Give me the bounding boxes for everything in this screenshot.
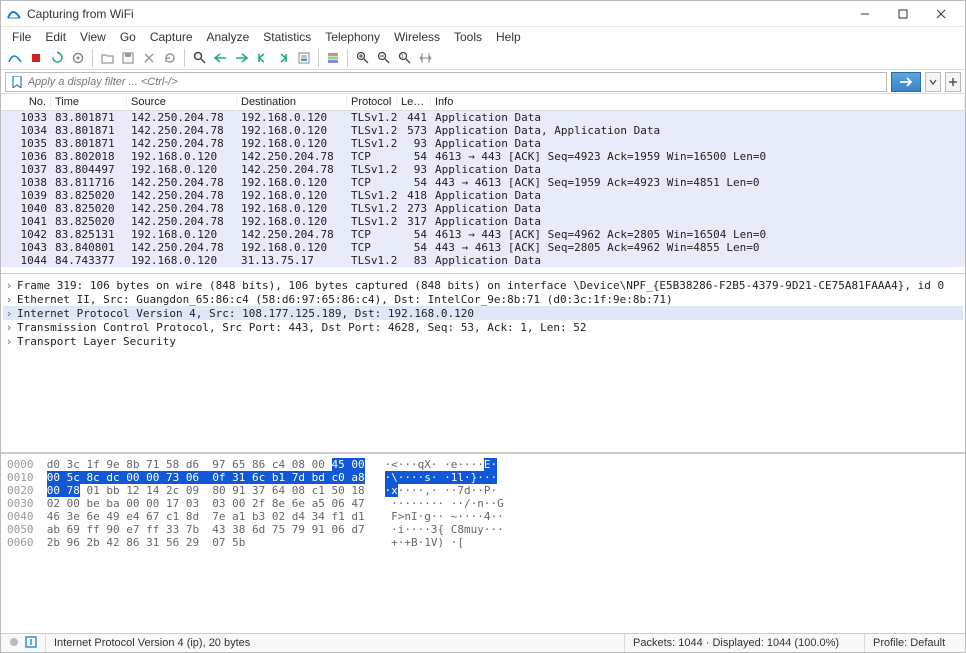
wireshark-icon bbox=[7, 7, 21, 21]
filter-history-button[interactable] bbox=[925, 72, 941, 92]
go-first-button[interactable] bbox=[252, 48, 272, 68]
svg-text:1: 1 bbox=[401, 54, 404, 60]
packet-row[interactable]: 103783.804497192.168.0.120142.250.204.78… bbox=[1, 163, 965, 176]
tree-expand-icon[interactable]: › bbox=[3, 279, 15, 292]
go-last-button[interactable] bbox=[273, 48, 293, 68]
menubar: File Edit View Go Capture Analyze Statis… bbox=[1, 27, 965, 46]
colorize-button[interactable] bbox=[323, 48, 343, 68]
col-header-info[interactable]: Info bbox=[431, 96, 965, 108]
filter-apply-button[interactable] bbox=[891, 72, 921, 92]
capture-options-button[interactable] bbox=[68, 48, 88, 68]
packet-list[interactable]: No. Time Source Destination Protocol Len… bbox=[1, 94, 965, 274]
menu-wireless[interactable]: Wireless bbox=[387, 28, 447, 46]
maximize-button[interactable] bbox=[885, 3, 921, 25]
detail-tree-item[interactable]: ›Frame 319: 106 bytes on wire (848 bits)… bbox=[3, 278, 963, 292]
menu-capture[interactable]: Capture bbox=[143, 28, 200, 46]
packet-row[interactable]: 103983.825020142.250.204.78192.168.0.120… bbox=[1, 189, 965, 202]
packet-list-header[interactable]: No. Time Source Destination Protocol Len… bbox=[1, 94, 965, 111]
start-capture-button[interactable] bbox=[5, 48, 25, 68]
resize-columns-button[interactable] bbox=[415, 48, 435, 68]
hex-line[interactable]: 0000 d0 3c 1f 9e 8b 71 58 d6 97 65 86 c4… bbox=[7, 458, 959, 471]
packet-row[interactable]: 104183.825020142.250.204.78192.168.0.120… bbox=[1, 215, 965, 228]
hex-line[interactable]: 0060 2b 96 2b 42 86 31 56 29 07 5b +·+B·… bbox=[7, 536, 959, 549]
hex-line[interactable]: 0030 02 00 be ba 00 00 17 03 03 00 2f 8e… bbox=[7, 497, 959, 510]
menu-tools[interactable]: Tools bbox=[447, 28, 489, 46]
status-icon-cell bbox=[1, 634, 46, 652]
auto-scroll-button[interactable] bbox=[294, 48, 314, 68]
menu-telephony[interactable]: Telephony bbox=[318, 28, 387, 46]
col-header-proto[interactable]: Protocol bbox=[347, 96, 397, 108]
minimize-button[interactable] bbox=[847, 3, 883, 25]
col-header-dest[interactable]: Destination bbox=[237, 96, 347, 108]
hex-line[interactable]: 0010 00 5c 8c dc 00 00 73 06 0f 31 6c b1… bbox=[7, 471, 959, 484]
detail-tree-item[interactable]: ›Internet Protocol Version 4, Src: 108.1… bbox=[3, 306, 963, 320]
menu-edit[interactable]: Edit bbox=[38, 28, 73, 46]
menu-go[interactable]: Go bbox=[113, 28, 143, 46]
zoom-reset-button[interactable]: 1 bbox=[394, 48, 414, 68]
packet-row[interactable]: 104083.825020142.250.204.78192.168.0.120… bbox=[1, 202, 965, 215]
status-field-label: Internet Protocol Version 4 (ip), 20 byt… bbox=[46, 634, 625, 652]
close-button[interactable] bbox=[923, 3, 959, 25]
tree-expand-icon[interactable]: › bbox=[3, 307, 15, 320]
zoom-out-button[interactable] bbox=[373, 48, 393, 68]
col-header-time[interactable]: Time bbox=[51, 96, 127, 108]
stop-capture-button[interactable] bbox=[26, 48, 46, 68]
detail-tree-item[interactable]: ›Ethernet II, Src: Guangdon_65:86:c4 (58… bbox=[3, 292, 963, 306]
go-back-button[interactable] bbox=[210, 48, 230, 68]
expert-info-icon[interactable] bbox=[25, 636, 37, 651]
hex-line[interactable]: 0040 46 3e 6e 49 e4 67 c1 8d 7e a1 b3 02… bbox=[7, 510, 959, 523]
packet-row[interactable]: 103583.801871142.250.204.78192.168.0.120… bbox=[1, 137, 965, 150]
detail-tree-item[interactable]: ›Transport Layer Security bbox=[3, 334, 963, 348]
display-filter-input[interactable] bbox=[5, 72, 887, 92]
tree-expand-icon[interactable]: › bbox=[3, 335, 15, 348]
titlebar: Capturing from WiFi bbox=[1, 1, 965, 27]
menu-view[interactable]: View bbox=[73, 28, 113, 46]
hex-line[interactable]: 0020 00 78 01 bb 12 14 2c 09 80 91 37 64… bbox=[7, 484, 959, 497]
status-profile[interactable]: Profile: Default bbox=[865, 634, 965, 652]
col-header-len[interactable]: Length bbox=[397, 96, 431, 108]
filter-text-input[interactable] bbox=[28, 76, 882, 88]
toolbar: 1 bbox=[1, 46, 965, 70]
col-header-source[interactable]: Source bbox=[127, 96, 237, 108]
close-file-button[interactable] bbox=[139, 48, 159, 68]
statusbar: Internet Protocol Version 4 (ip), 20 byt… bbox=[1, 633, 965, 652]
hex-line[interactable]: 0050 ab 69 ff 90 e7 ff 33 7b 43 38 6d 75… bbox=[7, 523, 959, 536]
status-packets: Packets: 1044 · Displayed: 1044 (100.0%) bbox=[625, 634, 865, 652]
menu-file[interactable]: File bbox=[5, 28, 38, 46]
filter-bar bbox=[1, 70, 965, 94]
reload-button[interactable] bbox=[160, 48, 180, 68]
packet-row[interactable]: 103883.811716142.250.204.78192.168.0.120… bbox=[1, 176, 965, 189]
packet-row[interactable]: 103483.801871142.250.204.78192.168.0.120… bbox=[1, 124, 965, 137]
menu-help[interactable]: Help bbox=[489, 28, 528, 46]
packet-details[interactable]: ›Frame 319: 106 bytes on wire (848 bits)… bbox=[1, 274, 965, 454]
packet-row[interactable]: 103383.801871142.250.204.78192.168.0.120… bbox=[1, 111, 965, 124]
col-header-no[interactable]: No. bbox=[1, 96, 51, 108]
bookmark-icon bbox=[10, 75, 24, 89]
window-title: Capturing from WiFi bbox=[27, 7, 847, 21]
hex-dump[interactable]: 0000 d0 3c 1f 9e 8b 71 58 d6 97 65 86 c4… bbox=[1, 454, 965, 633]
tree-expand-icon[interactable]: › bbox=[3, 293, 15, 306]
find-button[interactable] bbox=[189, 48, 209, 68]
restart-capture-button[interactable] bbox=[47, 48, 67, 68]
save-file-button[interactable] bbox=[118, 48, 138, 68]
zoom-in-button[interactable] bbox=[352, 48, 372, 68]
packet-row[interactable]: 104283.825131192.168.0.120142.250.204.78… bbox=[1, 228, 965, 241]
menu-analyze[interactable]: Analyze bbox=[200, 28, 257, 46]
tree-expand-icon[interactable]: › bbox=[3, 321, 15, 334]
detail-tree-item[interactable]: ›Transmission Control Protocol, Src Port… bbox=[3, 320, 963, 334]
packet-row[interactable]: 104484.743377192.168.0.12031.13.75.17TLS… bbox=[1, 254, 965, 267]
status-dot-icon bbox=[9, 637, 19, 650]
go-forward-button[interactable] bbox=[231, 48, 251, 68]
packet-row[interactable]: 103683.802018192.168.0.120142.250.204.78… bbox=[1, 150, 965, 163]
open-file-button[interactable] bbox=[97, 48, 117, 68]
filter-add-button[interactable] bbox=[945, 72, 961, 92]
menu-statistics[interactable]: Statistics bbox=[256, 28, 318, 46]
packet-row[interactable]: 104383.840801142.250.204.78192.168.0.120… bbox=[1, 241, 965, 254]
